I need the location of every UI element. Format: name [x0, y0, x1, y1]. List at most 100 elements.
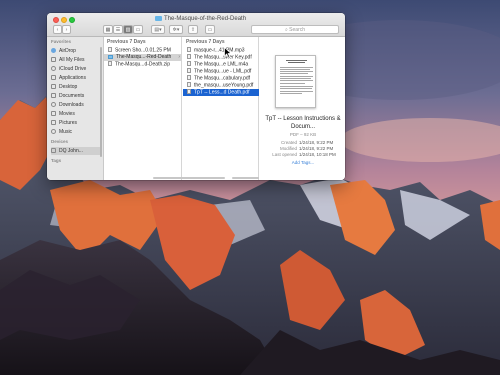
chevron-right-icon: ›: [178, 54, 180, 60]
file-name: The Masqu...cabulary.pdf: [194, 75, 251, 82]
icon-view-button[interactable]: ▦: [103, 25, 113, 34]
back-button[interactable]: ‹: [53, 25, 62, 34]
file-name: The-Masqu...d-Death.zip: [115, 61, 171, 68]
list-item[interactable]: The-Masqu...d-Death.zip: [104, 61, 182, 68]
list-item[interactable]: masque-r...41 PM.mp3: [183, 47, 259, 54]
sidebar-item-music[interactable]: Music: [51, 128, 101, 136]
file-name: TpT -- Less...d Death.pdf: [194, 89, 250, 96]
audio-file-icon: [187, 61, 191, 66]
sidebar-item-airdrop[interactable]: AirDrop: [51, 47, 101, 55]
favorites-header: Favorites: [51, 39, 72, 44]
sidebar-item-label: Downloads: [59, 102, 84, 108]
cover-flow-button[interactable]: ▭: [133, 25, 143, 34]
movies-icon: [51, 110, 56, 116]
pdf-file-icon: [187, 82, 191, 87]
close-window-button[interactable]: [53, 17, 59, 23]
airdrop-icon: [51, 47, 56, 53]
sidebar-item-label: Music: [59, 129, 73, 135]
search-input[interactable]: ⌕ Search: [251, 25, 339, 34]
column-1-header: Previous 7 Days: [107, 39, 146, 45]
folder-icon: [155, 16, 162, 21]
cloud-icon: [51, 65, 56, 71]
arrange-menu-button[interactable]: ▤▾: [151, 25, 165, 34]
sidebar-item-label: All My Files: [59, 57, 85, 63]
finder-window: The-Masque-of-the-Red-Death ‹ › ▦ ☰ ▥ ▭ …: [47, 13, 345, 180]
sidebar-item-pictures[interactable]: Pictures: [51, 119, 101, 127]
window-title-text: The-Masque-of-the-Red-Death: [164, 16, 247, 22]
list-item[interactable]: The-Masqu...-Red-Death ›: [104, 54, 182, 61]
devices-header: Devices: [51, 139, 69, 144]
file-name: the_masqu...useYoung.pdf: [194, 82, 254, 89]
applications-icon: [51, 74, 56, 80]
file-name: The Masqu...ue - LML.pdf: [194, 68, 252, 75]
pdf-file-icon: [187, 89, 191, 94]
list-item[interactable]: The Masqu...swer Key.pdf: [183, 54, 259, 61]
list-item[interactable]: The Masqu...ue - LML.pdf: [183, 68, 259, 75]
sidebar-item-desktop[interactable]: Desktop: [51, 83, 101, 91]
list-item[interactable]: Screen Sho...0.01.25 PM: [104, 47, 182, 54]
zoom-window-button[interactable]: [69, 17, 75, 23]
list-item[interactable]: The Masqu...e LML.m4a: [183, 61, 259, 68]
pdf-file-icon: [187, 68, 191, 73]
column-view-button[interactable]: ▥: [123, 25, 133, 34]
sidebar-item-movies[interactable]: Movies: [51, 110, 101, 118]
pictures-icon: [51, 119, 56, 125]
meta-last-opened-value: 1/24/18, 10:18 PM: [299, 152, 336, 157]
list-item-selected[interactable]: TpT -- Less...d Death.pdf: [183, 89, 259, 96]
sidebar-item-all-my-files[interactable]: All My Files: [51, 56, 101, 64]
sidebar-item-label: Applications: [59, 75, 86, 81]
sidebar-item-label: Desktop: [59, 84, 78, 90]
tags-button[interactable]: ▭: [205, 25, 215, 34]
sidebar-item-documents[interactable]: Documents: [51, 92, 101, 100]
file-name: The Masqu...e LML.m4a: [194, 61, 249, 68]
file-name: masque-r...41 PM.mp3: [194, 47, 245, 54]
column-1-scrollbar[interactable]: [153, 177, 225, 179]
column-2-header: Previous 7 Days: [186, 39, 225, 45]
sidebar-item-icloud-drive[interactable]: iCloud Drive: [51, 65, 101, 73]
downloads-icon: [51, 101, 56, 107]
sidebar-item-applications[interactable]: Applications: [51, 74, 101, 82]
column-1: Previous 7 Days Screen Sho...0.01.25 PM …: [104, 37, 182, 180]
window-title: The-Masque-of-the-Red-Death: [155, 15, 246, 24]
action-menu-button[interactable]: ✲▾: [169, 25, 183, 34]
audio-file-icon: [187, 47, 191, 52]
column-2: Previous 7 Days masque-r...41 PM.mp3 The…: [183, 37, 259, 180]
all-files-icon: [51, 56, 56, 62]
preview-kind-size: PDF – 92 KB: [289, 132, 317, 137]
forward-button[interactable]: ›: [62, 25, 71, 34]
desktop-icon: [51, 83, 56, 89]
file-icon: [108, 47, 112, 52]
preview-pane: TpT -- Lesson Instructions & Docum... PD…: [259, 37, 345, 180]
list-item[interactable]: The Masqu...cabulary.pdf: [183, 75, 259, 82]
document-thumbnail[interactable]: [275, 55, 316, 108]
sidebar: Favorites AirDrop All My Files iCloud Dr…: [47, 37, 104, 180]
folder-icon: [108, 54, 113, 59]
sidebar-item-label: AirDrop: [59, 48, 76, 54]
list-view-button[interactable]: ☰: [113, 25, 123, 34]
sidebar-item-label: DQ John...: [59, 148, 83, 154]
computer-icon: [51, 147, 56, 153]
sidebar-item-downloads[interactable]: Downloads: [51, 101, 101, 109]
list-item[interactable]: the_masqu...useYoung.pdf: [183, 82, 259, 89]
sidebar-item-label: Documents: [59, 93, 85, 99]
documents-icon: [51, 92, 56, 98]
pdf-file-icon: [187, 54, 191, 59]
file-name: Screen Sho...0.01.25 PM: [115, 47, 171, 54]
zip-file-icon: [108, 61, 112, 66]
minimize-window-button[interactable]: [61, 17, 67, 23]
music-icon: [51, 128, 56, 134]
file-name: The Masqu...swer Key.pdf: [194, 54, 252, 61]
meta-last-opened-row: Last opened 1/24/18, 10:18 PM: [259, 152, 345, 158]
preview-title: TpT -- Lesson Instructions & Docum...: [265, 116, 341, 130]
search-placeholder: Search: [289, 27, 306, 33]
title-bar[interactable]: The-Masque-of-the-Red-Death ‹ › ▦ ☰ ▥ ▭ …: [47, 13, 345, 37]
sidebar-scrollbar[interactable]: [100, 47, 102, 157]
add-tags-link[interactable]: Add Tags...: [265, 160, 341, 165]
meta-last-opened-key: Last opened: [272, 152, 297, 157]
sidebar-item-device[interactable]: DQ John...: [51, 147, 101, 155]
share-button[interactable]: ⇧: [188, 25, 198, 34]
sidebar-item-label: Movies: [59, 111, 75, 117]
file-name: The-Masqu...-Red-Death: [116, 54, 172, 60]
sidebar-item-label: Pictures: [59, 120, 78, 126]
mouse-cursor-icon: [224, 47, 232, 58]
